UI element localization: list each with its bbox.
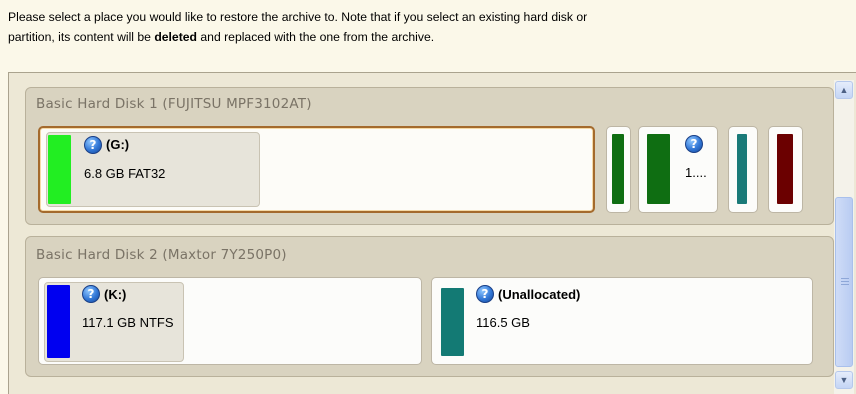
grip-line	[841, 278, 849, 279]
grip-line	[841, 284, 849, 285]
instruction-line-2-end: and replaced with the one from the archi…	[197, 30, 435, 44]
partition-small-3[interactable]	[728, 126, 758, 213]
partition-k[interactable]: ? (K:) 117.1 GB NTFS	[38, 277, 422, 365]
partition-small-2[interactable]: ? 1....	[638, 126, 718, 213]
partition-name: (Unallocated)	[498, 287, 581, 302]
disk-title: Basic Hard Disk 2 (Maxtor 7Y250P0)	[36, 247, 287, 263]
partition-small-1[interactable]	[606, 126, 631, 213]
partition-info: 1....	[685, 165, 707, 180]
partition-name: (K:)	[104, 287, 127, 302]
instruction-text: Please select a place you would like to …	[8, 7, 848, 47]
partition-color-bar	[441, 288, 464, 356]
help-icon[interactable]: ?	[476, 285, 494, 303]
partition-color-bar	[647, 134, 670, 204]
partition-color-bar	[777, 134, 793, 204]
partition-small-4[interactable]	[768, 126, 803, 213]
grip-line	[841, 281, 849, 282]
partition-color-bar	[612, 134, 624, 204]
help-icon[interactable]: ?	[82, 285, 100, 303]
disk-1: Basic Hard Disk 1 (FUJITSU MPF3102AT) ? …	[25, 87, 834, 225]
instruction-line-2: partition, its content will be	[8, 30, 155, 44]
disk-2: Basic Hard Disk 2 (Maxtor 7Y250P0) ? (K:…	[25, 236, 834, 377]
help-icon[interactable]: ?	[685, 135, 703, 153]
disk-title: Basic Hard Disk 1 (FUJITSU MPF3102AT)	[36, 96, 312, 112]
partition-info: 116.5 GB	[476, 315, 530, 330]
instruction-bold-word: deleted	[154, 30, 197, 44]
scroll-thumb[interactable]	[835, 197, 853, 367]
partition-name: (G:)	[106, 137, 130, 152]
partition-unallocated[interactable]: ? (Unallocated) 116.5 GB	[431, 277, 813, 365]
disk-list-panel: Basic Hard Disk 1 (FUJITSU MPF3102AT) ? …	[8, 72, 856, 394]
help-icon[interactable]: ?	[84, 136, 102, 154]
scroll-down-button[interactable]: ▼	[835, 371, 853, 389]
partition-g[interactable]: ? (G:) 6.8 GB FAT32	[38, 126, 595, 213]
scroll-up-button[interactable]: ▲	[835, 81, 853, 99]
vertical-scrollbar[interactable]: ▲ ▼	[834, 80, 854, 394]
partition-color-bar	[737, 134, 747, 204]
partition-color-bar	[48, 135, 71, 204]
partition-color-bar	[47, 285, 70, 358]
partition-info: 117.1 GB NTFS	[82, 315, 174, 330]
instruction-line-1: Please select a place you would like to …	[8, 10, 588, 24]
partition-info: 6.8 GB FAT32	[84, 166, 166, 181]
